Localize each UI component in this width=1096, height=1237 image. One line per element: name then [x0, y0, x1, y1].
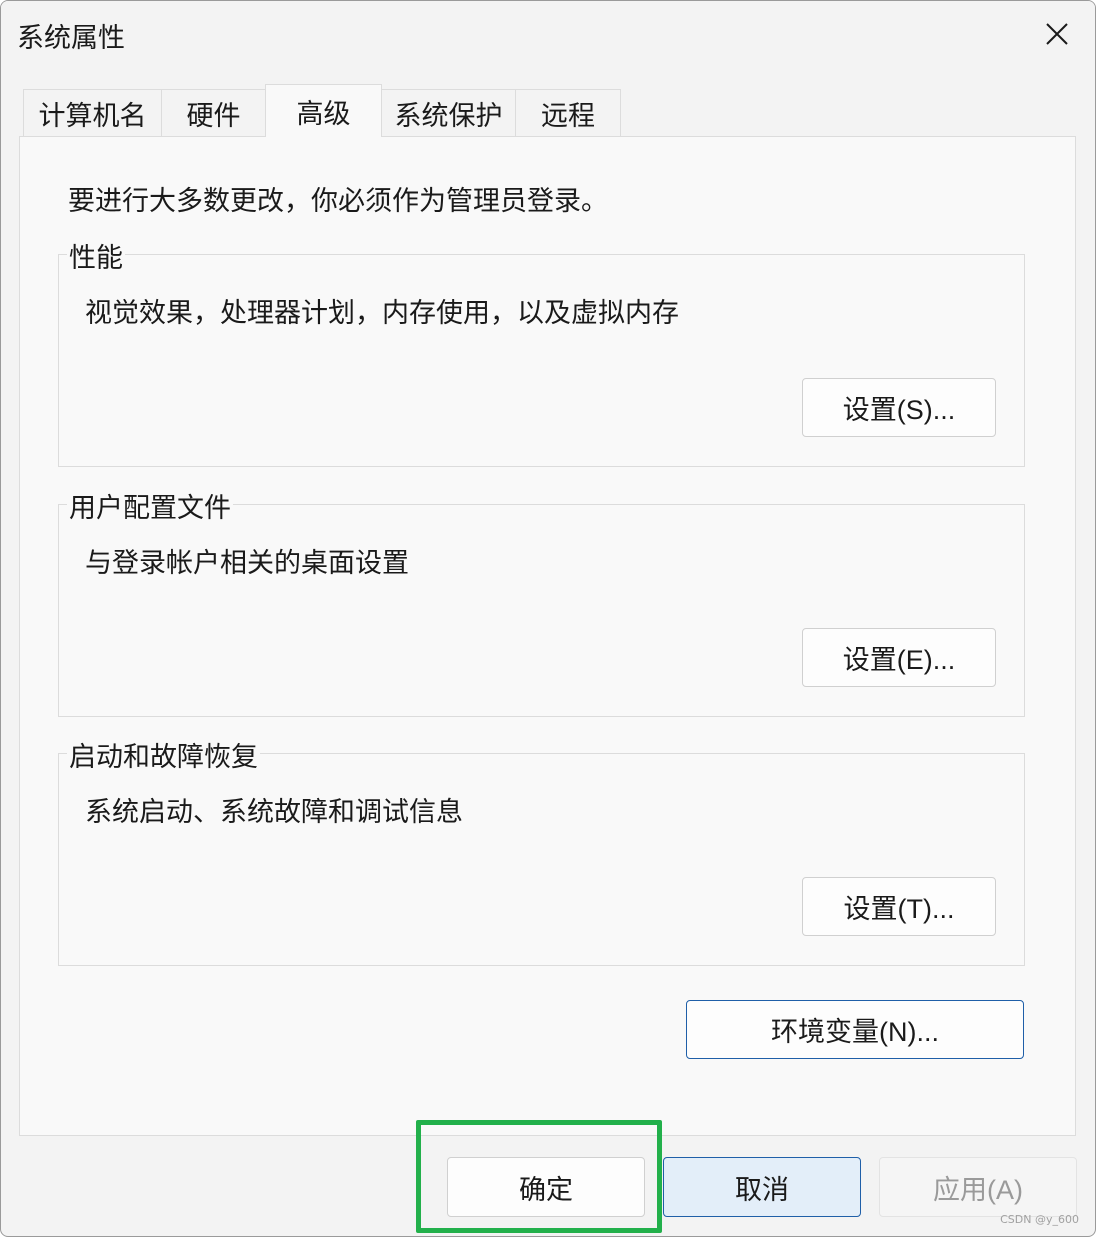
group-title: 用户配置文件 [67, 486, 233, 525]
user-profiles-group: 用户配置文件 与登录帐户相关的桌面设置 设置(E)... [58, 486, 1025, 717]
startup-recovery-group: 启动和故障恢复 系统启动、系统故障和调试信息 设置(T)... [58, 735, 1025, 966]
performance-group: 性能 视觉效果，处理器计划，内存使用，以及虚拟内存 设置(S)... [58, 236, 1025, 467]
apply-button[interactable]: 应用(A) [879, 1157, 1077, 1217]
tab-hardware[interactable]: 硬件 [161, 89, 266, 137]
environment-variables-button[interactable]: 环境变量(N)... [686, 1000, 1024, 1059]
system-properties-window: 系统属性 计算机名 硬件 高级 系统保护 远程 要进行大多数更改，你必须作为管理… [0, 0, 1096, 1237]
user-profiles-settings-button[interactable]: 设置(E)... [802, 628, 996, 687]
startup-recovery-settings-button[interactable]: 设置(T)... [802, 877, 996, 936]
tab-system-protection[interactable]: 系统保护 [381, 89, 516, 137]
group-title: 启动和故障恢复 [67, 735, 260, 774]
window-title: 系统属性 [17, 23, 125, 53]
ok-highlight-box [416, 1120, 662, 1233]
tab-computer-name[interactable]: 计算机名 [23, 89, 162, 137]
tab-remote[interactable]: 远程 [515, 89, 621, 137]
cancel-button[interactable]: 取消 [663, 1157, 861, 1217]
performance-settings-button[interactable]: 设置(S)... [802, 378, 996, 437]
title-bar: 系统属性 [1, 1, 1095, 67]
tab-advanced[interactable]: 高级 [265, 84, 382, 137]
group-description: 系统启动、系统故障和调试信息 [85, 797, 463, 827]
close-icon [1046, 23, 1068, 45]
close-button[interactable] [1019, 1, 1095, 67]
admin-notice: 要进行大多数更改，你必须作为管理员登录。 [68, 186, 608, 216]
group-title: 性能 [67, 236, 125, 275]
watermark: CSDN @y_600 [1000, 1213, 1079, 1226]
group-description: 视觉效果，处理器计划，内存使用，以及虚拟内存 [85, 298, 679, 328]
group-description: 与登录帐户相关的桌面设置 [85, 548, 409, 578]
advanced-tab-panel: 要进行大多数更改，你必须作为管理员登录。 性能 视觉效果，处理器计划，内存使用，… [19, 136, 1076, 1136]
